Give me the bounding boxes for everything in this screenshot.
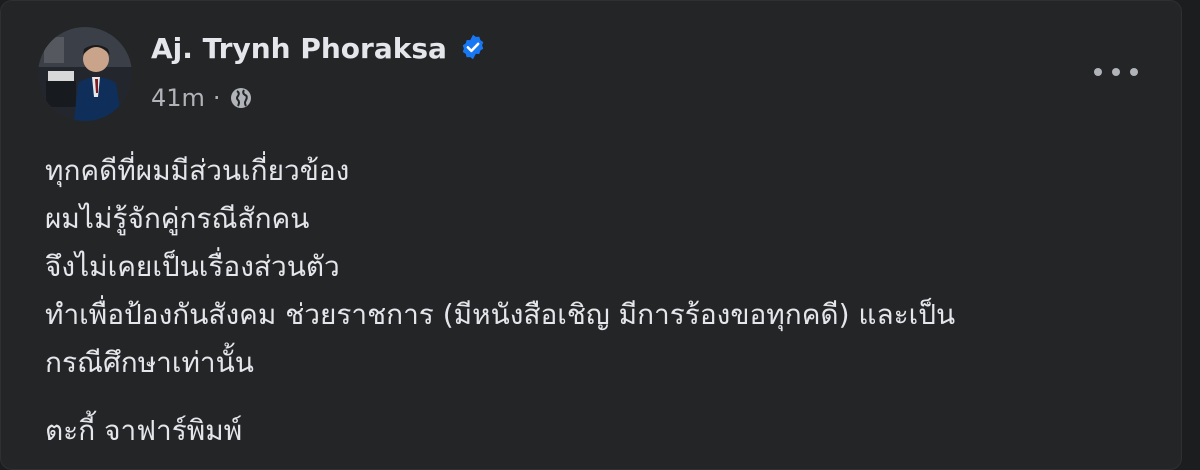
- post-body: ทุกคดีที่ผมมีส่วนเกี่ยวข้อง ผมไม่รู้จักค…: [45, 147, 1155, 455]
- post-line: กรณีศึกษาเท่านั้น: [45, 346, 254, 379]
- post-line: ผมไม่รู้จักคู่กรณีสักคน: [45, 202, 310, 235]
- more-dot: [1094, 68, 1102, 76]
- post-timestamp[interactable]: 41m: [151, 83, 205, 113]
- post-line: ทำเพื่อป้องกันสังคม ช่วยราชการ (มีหนังสื…: [45, 298, 956, 331]
- meta-separator: ·: [212, 84, 221, 112]
- post-line: ทุกคดีที่ผมมีส่วนเกี่ยวข้อง: [45, 154, 350, 187]
- avatar-photo: [38, 27, 132, 121]
- more-options-button[interactable]: [1094, 59, 1138, 85]
- globe-icon[interactable]: [229, 86, 253, 110]
- post-meta: 41m ·: [151, 83, 253, 113]
- author-name-text[interactable]: Aj. Trynh Phoraksa: [151, 32, 447, 65]
- post-signature: ตะกี้ จาฟาร์พิมพ์: [45, 414, 243, 447]
- post-line: จึงไม่เคยเป็นเรื่องส่วนตัว: [45, 250, 340, 283]
- author-name[interactable]: Aj. Trynh Phoraksa: [151, 31, 487, 67]
- more-dot: [1130, 68, 1138, 76]
- post-card: Aj. Trynh Phoraksa 41m · ทุกคดีที่ผมมีส่…: [0, 0, 1182, 470]
- more-dot: [1112, 68, 1120, 76]
- verified-badge-icon: [462, 34, 484, 60]
- author-avatar[interactable]: [38, 27, 132, 121]
